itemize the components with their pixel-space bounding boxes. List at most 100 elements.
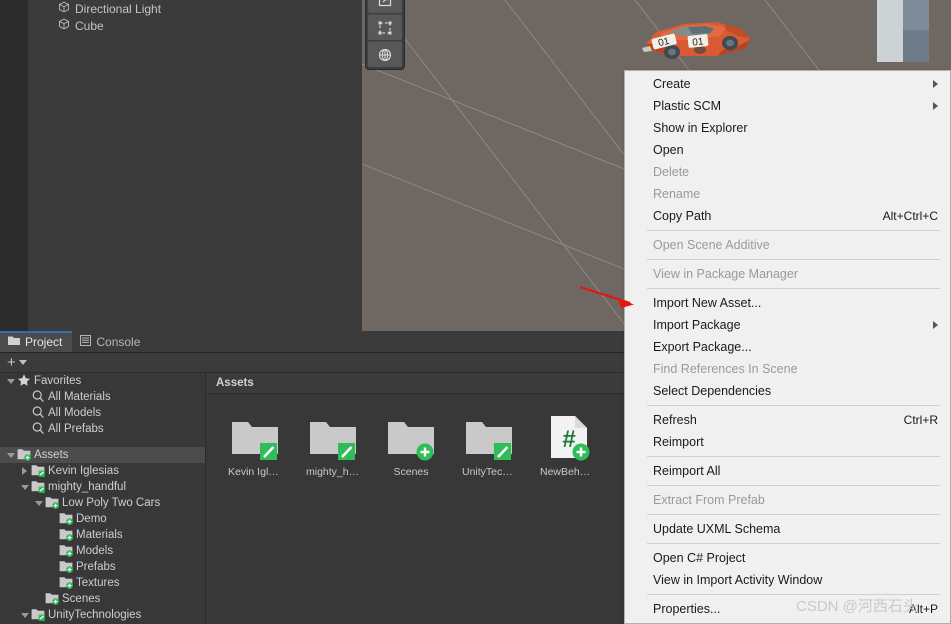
menu-item-view-in-import-activity-window[interactable]: View in Import Activity Window <box>625 569 950 591</box>
menu-item-import-new-asset[interactable]: Import New Asset... <box>625 292 950 314</box>
tree-item-models[interactable]: Models <box>0 543 205 559</box>
menu-item-label: Delete <box>653 165 690 179</box>
asset-csharp-icon[interactable]: # <box>540 412 594 462</box>
twisty-slot <box>32 500 45 506</box>
menu-item-plastic-scm[interactable]: Plastic SCM <box>625 95 950 117</box>
tree-item-demo[interactable]: Demo <box>0 511 205 527</box>
asset-item[interactable]: Scenes <box>384 412 438 478</box>
asset-item[interactable]: UnityTech... <box>462 412 516 478</box>
tree-item-assets[interactable]: Assets <box>0 447 205 463</box>
tree-item-all-models[interactable]: All Models <box>0 405 205 421</box>
tree-item-all-prefabs[interactable]: All Prefabs <box>0 421 205 437</box>
menu-item-label: Open Scene Additive <box>653 238 770 252</box>
tree-item-materials[interactable]: Materials <box>0 527 205 543</box>
hierarchy-item-label: Cube <box>75 18 104 33</box>
menu-item-label: Open <box>653 143 684 157</box>
menu-item-import-package[interactable]: Import Package <box>625 314 950 336</box>
transform-tool-icon[interactable] <box>368 41 402 67</box>
menu-item-copy-path[interactable]: Copy Path Alt+Ctrl+C <box>625 205 950 227</box>
menu-item-open-c-project[interactable]: Open C# Project <box>625 547 950 569</box>
tree-item-favorites[interactable]: Favorites <box>0 373 205 389</box>
menu-item-select-dependencies[interactable]: Select Dependencies <box>625 380 950 402</box>
asset-folder-icon[interactable] <box>228 412 282 462</box>
asset-item[interactable]: mighty_ha... <box>306 412 360 478</box>
tree-item-label: Demo <box>76 513 107 525</box>
tree-item-textures[interactable]: Textures <box>0 575 205 591</box>
menu-item-open[interactable]: Open <box>625 139 950 161</box>
twisty-expanded-icon[interactable] <box>6 452 15 458</box>
hierarchy-item[interactable]: Directional Light <box>28 0 362 17</box>
scene-tool-strip[interactable] <box>365 0 405 70</box>
tree-item-label: mighty_handful <box>48 481 126 493</box>
menu-item-label: Import New Asset... <box>653 296 762 310</box>
tree-item-prefabs[interactable]: Prefabs <box>0 559 205 575</box>
menu-separator <box>647 288 940 289</box>
menu-item-label: Properties... <box>653 602 721 616</box>
svg-text:01: 01 <box>692 36 705 48</box>
menu-item-label: Show in Explorer <box>653 121 748 135</box>
rect-transform-tool-icon[interactable] <box>368 14 402 40</box>
hierarchy-item[interactable]: Cube <box>28 17 362 34</box>
context-menu[interactable]: Create Plastic SCM Show in Explorer Open Del… <box>624 70 951 624</box>
tree-item-label: Materials <box>76 529 123 541</box>
scene-car-model[interactable]: 01 01 <box>638 2 756 64</box>
add-asset-button[interactable]: + <box>7 355 16 370</box>
menu-separator <box>647 259 940 260</box>
menu-separator <box>647 456 940 457</box>
tab-project-label: Project <box>25 334 63 349</box>
twisty-expanded-icon[interactable] <box>34 500 43 506</box>
twisty-expanded-icon[interactable] <box>20 484 29 490</box>
menu-item-label: Import Package <box>653 318 741 332</box>
menu-item-show-in-explorer[interactable]: Show in Explorer <box>625 117 950 139</box>
tab-console[interactable]: Console <box>72 331 150 352</box>
left-gutter <box>0 0 28 331</box>
folder-plus-icon <box>59 575 76 592</box>
twisty-expanded-icon[interactable] <box>20 612 29 618</box>
asset-folder-icon[interactable] <box>384 412 438 462</box>
asset-item-label: Scenes <box>393 466 429 478</box>
tree-item-kevin-iglesias[interactable]: Kevin Iglesias <box>0 463 205 479</box>
tree-item-label: Assets <box>34 449 69 461</box>
asset-item[interactable]: Kevin Igles... <box>228 412 282 478</box>
asset-item[interactable]: # NewBehav... <box>540 412 594 478</box>
menu-item-refresh[interactable]: Refresh Ctrl+R <box>625 409 950 431</box>
folder-plus-icon <box>59 511 76 528</box>
menu-item-label: Copy Path <box>653 209 712 223</box>
twisty-collapsed-icon[interactable] <box>22 467 27 475</box>
project-tree-list: Favorites All Materials All Models All P… <box>0 373 205 623</box>
watermark: CSDN @河西石头 <box>796 598 918 615</box>
menu-item-label: View in Import Activity Window <box>653 573 823 587</box>
cube-icon <box>58 1 70 16</box>
menu-item-reimport-all[interactable]: Reimport All <box>625 460 950 482</box>
menu-separator <box>647 405 940 406</box>
tab-project[interactable]: Project <box>0 331 73 352</box>
menu-item-reimport[interactable]: Reimport <box>625 431 950 453</box>
tree-item-unitytechnologies[interactable]: UnityTechnologies <box>0 607 205 623</box>
tree-item-label: Prefabs <box>76 561 116 573</box>
twisty-expanded-icon[interactable] <box>6 378 15 384</box>
tree-item-low-poly-two-cars[interactable]: Low Poly Two Cars <box>0 495 205 511</box>
asset-folder-icon[interactable] <box>462 412 516 462</box>
menu-item-update-uxml-schema[interactable]: Update UXML Schema <box>625 518 950 540</box>
tree-item-all-materials[interactable]: All Materials <box>0 389 205 405</box>
menu-item-delete: Delete <box>625 161 950 183</box>
project-tree[interactable]: Favorites All Materials All Models All P… <box>0 373 206 624</box>
menu-item-rename: Rename <box>625 183 950 205</box>
asset-folder-icon[interactable] <box>306 412 360 462</box>
folder-plus-icon <box>59 559 76 576</box>
menu-item-label: Export Package... <box>653 340 752 354</box>
hierarchy-list: Directional Light Cube <box>28 0 362 34</box>
star-icon <box>17 373 34 390</box>
move-tool-icon[interactable] <box>368 0 402 13</box>
menu-item-label: Open C# Project <box>653 551 746 565</box>
menu-item-label: Reimport All <box>653 464 721 478</box>
menu-item-export-package[interactable]: Export Package... <box>625 336 950 358</box>
menu-item-label: Reimport <box>653 435 704 449</box>
menu-item-create[interactable]: Create <box>625 73 950 95</box>
tree-item-scenes[interactable]: Scenes <box>0 591 205 607</box>
twisty-slot <box>4 452 17 458</box>
chevron-down-icon[interactable] <box>18 360 27 365</box>
tree-item-mighty-handful[interactable]: mighty_handful <box>0 479 205 495</box>
menu-item-label: Rename <box>653 187 701 201</box>
